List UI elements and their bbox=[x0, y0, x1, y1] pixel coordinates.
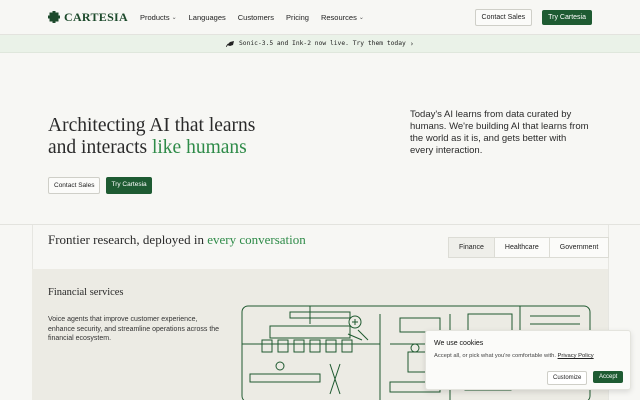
announcement-banner[interactable]: Sonic-3.5 and Ink-2 now live. Try them t… bbox=[0, 35, 640, 53]
panel-description: Voice agents that improve customer exper… bbox=[48, 316, 220, 342]
tab-government[interactable]: Government bbox=[550, 238, 609, 257]
privacy-policy-link[interactable]: Privacy Policy bbox=[558, 353, 594, 359]
industry-tabs: Finance Healthcare Government bbox=[448, 237, 610, 258]
cookie-banner: We use cookies Accept all, or pick what … bbox=[425, 330, 631, 390]
nav-pricing[interactable]: Pricing bbox=[286, 13, 309, 22]
nav-languages-label: Languages bbox=[188, 12, 226, 22]
hero-title-line2: and interacts bbox=[48, 137, 152, 158]
nav-products[interactable]: Products ⌄ bbox=[140, 13, 177, 22]
section-divider bbox=[0, 224, 640, 225]
panel-title: Financial services bbox=[48, 287, 124, 298]
chevron-right-icon: › bbox=[409, 39, 415, 48]
nav-customers-label: Customers bbox=[237, 12, 275, 22]
nav-customers[interactable]: Customers bbox=[238, 13, 274, 22]
nav-contact-sales-button[interactable]: Contact Sales bbox=[474, 8, 533, 26]
research-title: Frontier research, deployed in every con… bbox=[48, 232, 308, 247]
banner-text: Sonic-3.5 and Ink-2 now live. Try them t… bbox=[238, 40, 406, 47]
top-nav: CARTESIA Products ⌄ Languages Customers P… bbox=[0, 0, 640, 35]
research-title-accent: every conversation bbox=[207, 232, 306, 247]
hero-contact-sales-button[interactable]: Contact Sales bbox=[48, 177, 101, 194]
hero-description: Today's AI learns from data curated by h… bbox=[410, 109, 589, 156]
cookie-title: We use cookies bbox=[434, 340, 484, 347]
rocket-icon bbox=[225, 41, 234, 47]
logo[interactable]: CARTESIA bbox=[48, 10, 128, 25]
cookie-message: Accept all, or pick what you're comforta… bbox=[434, 353, 558, 359]
chevron-down-icon: ⌄ bbox=[358, 14, 364, 21]
nav-resources[interactable]: Resources ⌄ bbox=[321, 13, 364, 22]
nav-try-cartesia-button[interactable]: Try Cartesia bbox=[542, 9, 592, 25]
research-title-text: Frontier research, deployed in bbox=[48, 232, 208, 247]
nav-pricing-label: Pricing bbox=[286, 12, 309, 22]
nav-resources-label: Resources bbox=[320, 12, 357, 22]
hero-title-accent: like humans bbox=[151, 137, 247, 158]
cartesia-logo-icon bbox=[48, 11, 60, 23]
hero-try-cartesia-button[interactable]: Try Cartesia bbox=[106, 177, 152, 194]
nav-languages[interactable]: Languages bbox=[189, 13, 226, 22]
chevron-down-icon: ⌄ bbox=[171, 14, 177, 21]
nav-products-label: Products bbox=[140, 12, 170, 22]
tab-healthcare[interactable]: Healthcare bbox=[495, 238, 550, 257]
brand-name: CARTESIA bbox=[64, 9, 128, 24]
cookie-accept-button[interactable]: Accept bbox=[593, 371, 624, 383]
tab-finance[interactable]: Finance bbox=[449, 238, 495, 257]
cookie-text: Accept all, or pick what you're comforta… bbox=[434, 353, 594, 359]
cookie-customize-button[interactable]: Customize bbox=[547, 371, 588, 385]
hero-title: Architecting AI that learns and interact… bbox=[48, 115, 348, 159]
hero-title-line1: Architecting AI that learns bbox=[48, 115, 256, 136]
